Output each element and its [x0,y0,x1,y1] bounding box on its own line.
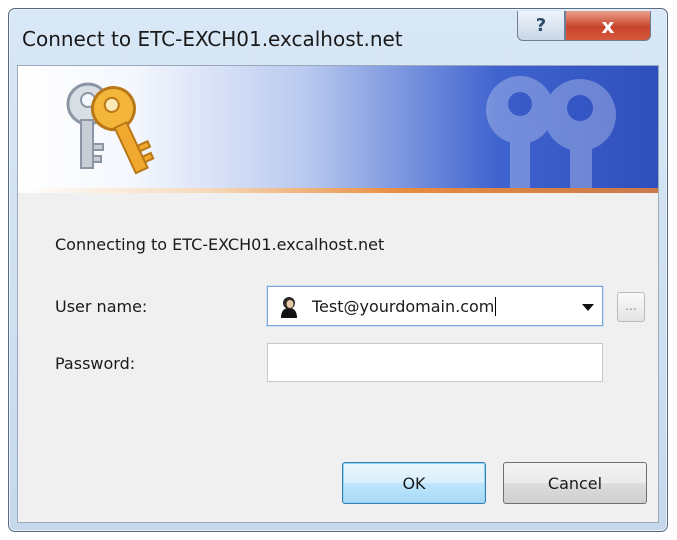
help-button[interactable]: ? [517,11,565,41]
chevron-down-icon[interactable] [582,304,594,311]
user-name-value: Test@yourdomain.com [312,297,497,316]
keys-icon [66,82,155,175]
credentials-dialog: Connect to ETC-EXCH01.excalhost.net ? x [8,8,668,532]
banner-accent-line [18,188,658,193]
banner [18,66,658,188]
title-bar: Connect to ETC-EXCH01.excalhost.net ? x [9,9,667,65]
ok-button-label: OK [402,473,426,493]
user-icon [277,295,301,319]
dialog-body: Connecting to ETC-EXCH01.excalhost.net U… [17,65,659,523]
close-icon: x [601,13,615,38]
close-button[interactable]: x [565,11,651,41]
user-name-label: User name: [55,297,148,316]
keys-watermark-icon [486,76,616,188]
connecting-message: Connecting to ETC-EXCH01.excalhost.net [55,235,385,254]
cancel-button[interactable]: Cancel [503,462,647,504]
window-title: Connect to ETC-EXCH01.excalhost.net [22,27,403,51]
password-field[interactable] [267,343,603,382]
password-label: Password: [55,354,136,373]
user-name-combobox[interactable]: Test@yourdomain.com [267,286,603,326]
browse-users-button[interactable]: ... [617,292,645,322]
help-icon: ? [535,15,547,36]
cancel-button-label: Cancel [547,473,603,493]
ok-button[interactable]: OK [342,462,486,504]
